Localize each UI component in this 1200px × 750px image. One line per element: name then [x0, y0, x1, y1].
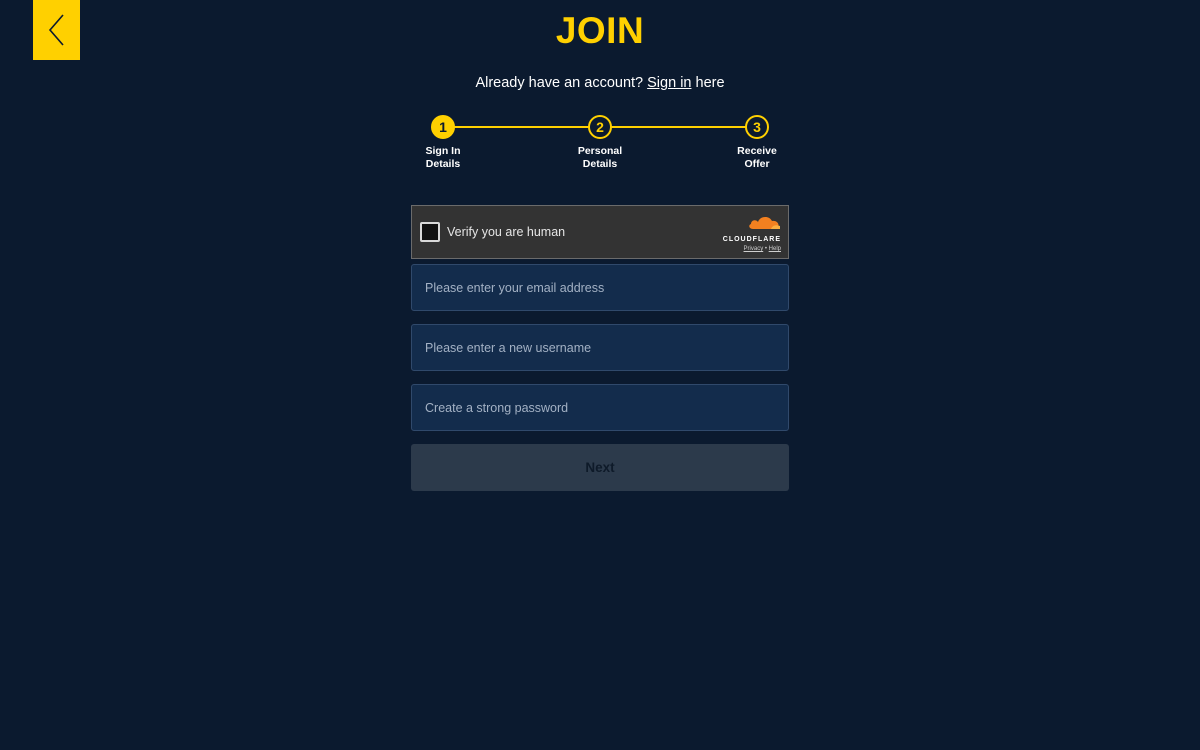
step-number: 1 — [431, 115, 455, 139]
step-receive-offer: 3 Receive Offer — [717, 115, 797, 171]
join-page: JOIN Already have an account? Sign in he… — [0, 0, 1200, 750]
cloudflare-wordmark: CLOUDFLARE — [722, 236, 781, 243]
privacy-link[interactable]: Privacy — [744, 246, 764, 252]
cloudflare-cloud-icon — [749, 216, 780, 229]
captcha-checkbox[interactable] — [420, 222, 440, 242]
cloudflare-links: Privacy • Help — [717, 245, 781, 254]
step-label: Receive Offer — [737, 145, 777, 170]
step-personal-details: 2 Personal Details — [560, 115, 640, 171]
step-number: 2 — [588, 115, 612, 139]
page-title: JOIN — [555, 10, 645, 51]
signin-prefix: Already have an account? — [475, 75, 644, 91]
email-field[interactable] — [411, 264, 789, 311]
next-button[interactable]: Next — [411, 444, 789, 491]
progress-stepper: 1 Sign In Details 2 Personal Details 3 R… — [0, 115, 1200, 175]
help-link[interactable]: Help — [769, 246, 781, 252]
step-sign-in-details: 1 Sign In Details — [403, 115, 483, 171]
step-label: Sign In Details — [425, 145, 461, 170]
step-label: Personal Details — [577, 145, 623, 170]
password-field[interactable] — [411, 384, 789, 431]
captcha-label: Verify you are human — [447, 225, 566, 239]
step-number: 3 — [745, 115, 769, 139]
cloudflare-branding: CLOUDFLARE Privacy • Help — [717, 214, 781, 254]
captcha-widget: Verify you are human CLOUDFLARE Privacy … — [411, 205, 789, 259]
link-separator: • — [764, 246, 767, 252]
username-field[interactable] — [411, 324, 789, 371]
signin-link[interactable]: Sign in — [647, 75, 691, 91]
signin-prompt: Already have an account? Sign in here — [0, 75, 1200, 91]
signin-suffix: here — [695, 75, 725, 91]
